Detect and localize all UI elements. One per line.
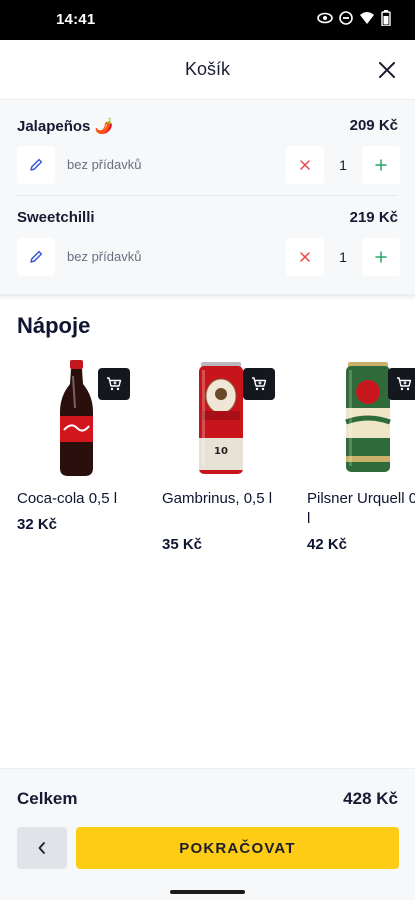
product-price: 42 Kč [307, 536, 348, 553]
add-to-cart-icon [397, 377, 412, 391]
cart-item-price: 209 Kč [349, 117, 398, 134]
edit-item-button[interactable] [17, 146, 55, 184]
checkout-footer: Celkem 428 Kč POKRAČOVAT [0, 768, 415, 900]
add-to-cart-icon [252, 377, 267, 391]
pencil-icon [30, 158, 43, 171]
battery-icon [381, 10, 391, 31]
chevron-left-icon [38, 842, 45, 854]
wifi-icon [359, 11, 375, 30]
remove-item-button[interactable] [286, 238, 324, 276]
x-icon [300, 252, 310, 262]
page-title: Košík [184, 59, 231, 79]
cart-item-name-text: Jalapeños [17, 118, 91, 135]
status-time: 14:41 [56, 11, 96, 28]
add-to-cart-button[interactable] [243, 368, 275, 400]
status-bar: 14:41 [0, 0, 415, 40]
close-icon [379, 62, 395, 78]
cart-item: Sweetchilli 219 Kč bez přídavků 1 [0, 192, 415, 284]
plus-icon [375, 159, 387, 171]
drinks-carousel[interactable]: Coca-cola 0,5 l 32 Kč 10 Gambrinus, 0,5 … [0, 356, 415, 566]
chili-icon: 🌶️ [94, 118, 114, 135]
status-icons [317, 10, 391, 31]
section-title-drinks: Nápoje [17, 313, 91, 338]
plus-icon [375, 251, 387, 263]
product-card[interactable]: Pilsner Urquell 0,5 l 42 Kč [307, 356, 415, 566]
add-to-cart-button[interactable] [388, 368, 415, 400]
x-icon [300, 160, 310, 170]
eye-icon [317, 11, 333, 30]
section-shadow [0, 294, 415, 300]
close-button[interactable] [373, 56, 401, 84]
add-to-cart-icon [107, 377, 122, 391]
cart-item-addons: bez přídavků [67, 157, 142, 172]
cart-item-quantity: 1 [339, 249, 347, 265]
total-label: Celkem [17, 789, 78, 808]
dnd-icon [339, 11, 353, 30]
cart-item-quantity: 1 [339, 157, 347, 173]
total-value: 428 Kč [343, 789, 398, 808]
cart-item-name: Jalapeños 🌶️ [17, 117, 113, 135]
product-name: Coca-cola 0,5 l [17, 490, 118, 507]
cart-items: Jalapeños 🌶️ 209 Kč bez přídavků 1 Sweet… [0, 100, 415, 296]
product-card[interactable]: Coca-cola 0,5 l 32 Kč [17, 356, 157, 566]
product-card[interactable]: 10 Gambrinus, 0,5 l 35 Kč [162, 356, 302, 566]
cart-item-addons: bez přídavků [67, 249, 142, 264]
continue-button[interactable]: POKRAČOVAT [76, 827, 399, 869]
add-to-cart-button[interactable] [98, 368, 130, 400]
cart-item-name: Sweetchilli [17, 209, 95, 226]
home-indicator [170, 890, 245, 894]
product-name: Gambrinus, 0,5 l [162, 490, 273, 507]
edit-item-button[interactable] [17, 238, 55, 276]
increase-quantity-button[interactable] [362, 238, 400, 276]
product-price: 32 Kč [17, 516, 58, 533]
product-name: Pilsner Urquell 0,5 l [307, 490, 415, 527]
cart-item: Jalapeños 🌶️ 209 Kč bez přídavků 1 [0, 100, 415, 196]
pencil-icon [30, 250, 43, 263]
header: Košík [0, 40, 415, 100]
svg-text:10: 10 [214, 446, 228, 457]
product-price: 35 Kč [162, 536, 203, 553]
increase-quantity-button[interactable] [362, 146, 400, 184]
cart-item-price: 219 Kč [349, 209, 398, 226]
back-button[interactable] [17, 827, 67, 869]
remove-item-button[interactable] [286, 146, 324, 184]
